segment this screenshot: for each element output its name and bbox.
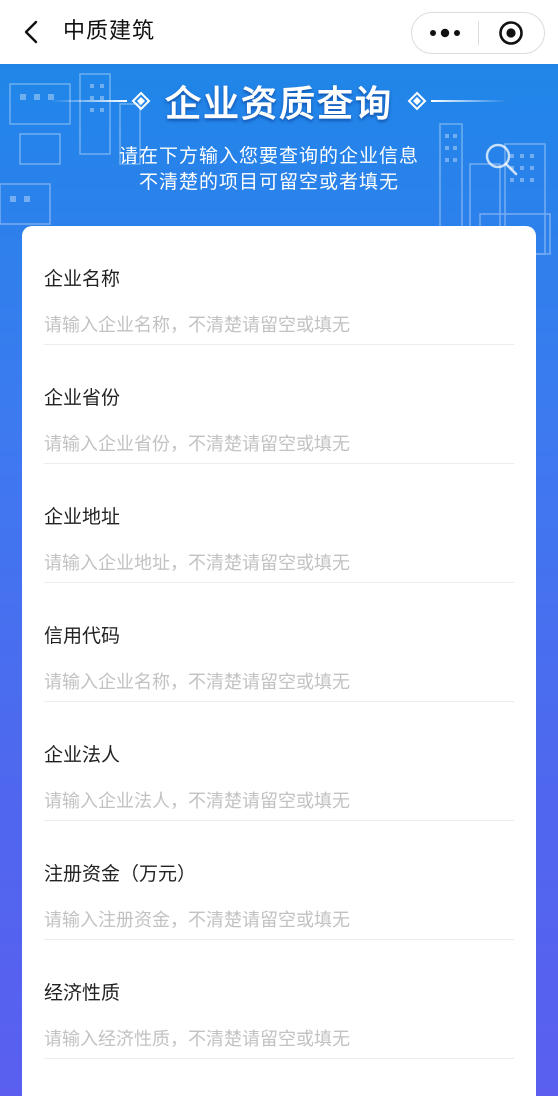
target-circle-icon bbox=[499, 21, 524, 45]
search-button[interactable] bbox=[482, 140, 520, 178]
subtitle-line-1: 请在下方输入您要查询的企业信息 bbox=[118, 145, 419, 167]
diamond-icon bbox=[407, 91, 427, 111]
banner-title: 企业资质查询 bbox=[0, 78, 558, 125]
legal-person-input[interactable] bbox=[44, 788, 514, 814]
field-label: 注册资金（万元） bbox=[44, 863, 197, 885]
field-company-province: 企业省份 bbox=[44, 345, 514, 464]
mini-program-capsule bbox=[411, 12, 545, 54]
field-company-address: 企业地址 bbox=[44, 464, 514, 583]
registered-capital-input[interactable] bbox=[44, 907, 514, 933]
company-address-input[interactable] bbox=[44, 550, 514, 576]
banner-subtitle: 请在下方输入您要查询的企业信息 不清楚的项目可留空或者填无 bbox=[0, 143, 538, 195]
economic-nature-input[interactable] bbox=[44, 1026, 514, 1052]
company-name-input[interactable] bbox=[44, 312, 514, 338]
page-title: 中质建筑 bbox=[63, 19, 156, 44]
field-label: 信用代码 bbox=[44, 625, 121, 647]
close-button[interactable] bbox=[479, 13, 545, 53]
field-label: 企业地址 bbox=[44, 506, 121, 528]
company-province-input[interactable] bbox=[44, 431, 514, 457]
diamond-icon bbox=[131, 91, 151, 111]
banner-line-left bbox=[50, 100, 127, 102]
chevron-left-icon bbox=[24, 20, 38, 44]
search-icon bbox=[485, 143, 518, 176]
field-label: 经济性质 bbox=[44, 982, 121, 1004]
back-button[interactable] bbox=[14, 14, 50, 50]
query-form-card: 企业名称 企业省份 企业地址 信用代码 企业法人 注册资金（万元） 经济性质 bbox=[22, 226, 536, 1096]
banner-line-right bbox=[431, 100, 507, 102]
top-navbar: 中质建筑 bbox=[0, 0, 558, 64]
subtitle-line-2: 不清楚的项目可留空或者填无 bbox=[138, 171, 399, 193]
field-registered-capital: 注册资金（万元） bbox=[44, 821, 514, 940]
field-company-name: 企业名称 bbox=[44, 226, 514, 345]
field-label: 企业法人 bbox=[44, 744, 121, 766]
field-legal-person: 企业法人 bbox=[44, 702, 514, 821]
field-label: 企业名称 bbox=[44, 268, 121, 290]
field-label: 企业省份 bbox=[44, 387, 121, 409]
banner-heading: 企业资质查询 bbox=[164, 83, 393, 125]
field-credit-code: 信用代码 bbox=[44, 583, 514, 702]
field-economic-nature: 经济性质 bbox=[44, 940, 514, 1059]
more-dots-icon bbox=[429, 28, 460, 38]
more-button[interactable] bbox=[412, 13, 478, 53]
credit-code-input[interactable] bbox=[44, 669, 514, 695]
